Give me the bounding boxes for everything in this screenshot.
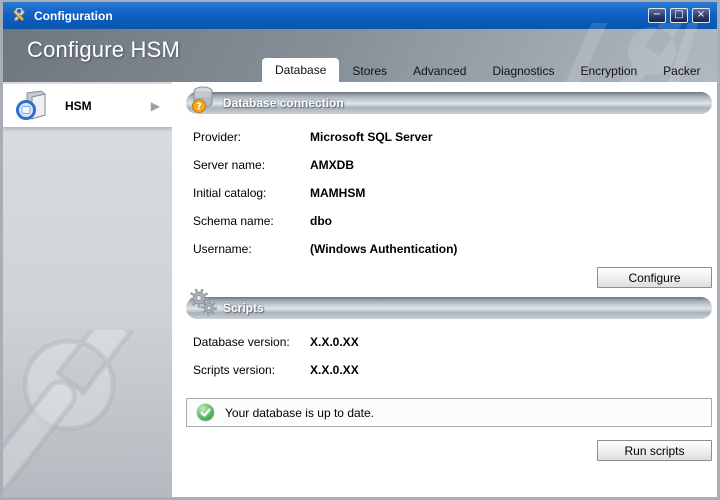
field-value: dbo	[310, 214, 332, 228]
green-check-icon	[196, 403, 215, 422]
field-row-database-version: Database version: X.X.0.XX	[193, 328, 712, 356]
tab-stores[interactable]: Stores	[339, 59, 400, 82]
field-value: AMXDB	[310, 158, 354, 172]
window-controls: − □ ×	[648, 8, 710, 23]
run-scripts-button[interactable]: Run scripts	[597, 440, 712, 461]
close-button[interactable]: ×	[692, 8, 710, 23]
field-value: X.X.0.XX	[310, 335, 359, 349]
sidebar: HSM ▶	[3, 82, 172, 497]
field-row-initial-catalog: Initial catalog: MAMHSM	[193, 179, 712, 207]
database-icon: ?	[190, 85, 220, 119]
database-status-banner: Your database is up to date.	[186, 398, 712, 427]
hsm-package-icon	[15, 89, 51, 123]
tab-packer[interactable]: Packer	[650, 59, 713, 82]
scripts-header: Scripts	[186, 297, 712, 319]
field-value: Microsoft SQL Server	[310, 130, 432, 144]
maximize-button[interactable]: □	[670, 8, 688, 23]
configure-button[interactable]: Configure	[597, 267, 712, 288]
database-fields: Provider: Microsoft SQL Server Server na…	[186, 114, 712, 263]
gears-icon	[190, 289, 218, 324]
field-value: MAMHSM	[310, 186, 365, 200]
content-area: HSM ▶ ? Database connection	[3, 82, 717, 497]
section-title: Database connection	[186, 92, 712, 114]
tab-encryption[interactable]: Encryption	[567, 59, 650, 82]
minimize-button[interactable]: −	[648, 8, 666, 23]
field-row-schema-name: Schema name: dbo	[193, 207, 712, 235]
field-label: Username:	[193, 242, 310, 256]
section-title: Scripts	[186, 297, 712, 319]
field-label: Provider:	[193, 130, 310, 144]
scripts-fields: Database version: X.X.0.XX Scripts versi…	[186, 319, 712, 384]
field-row-scripts-version: Scripts version: X.X.0.XX	[193, 356, 712, 384]
configuration-window: Configuration − □ × Configure HSM D	[0, 0, 720, 500]
app-icon	[11, 8, 27, 24]
field-row-username: Username: (Windows Authentication)	[193, 235, 712, 263]
tab-advanced[interactable]: Advanced	[400, 59, 479, 82]
field-row-provider: Provider: Microsoft SQL Server	[193, 123, 712, 151]
page-header: Configure HSM Database Stores Advanced D…	[3, 29, 717, 82]
field-label: Database version:	[193, 335, 310, 349]
status-message: Your database is up to date.	[225, 406, 374, 420]
main-panel: ? Database connection Provider: Microsof…	[172, 82, 717, 497]
sidebar-item-hsm[interactable]: HSM ▶	[3, 84, 172, 127]
field-label: Server name:	[193, 158, 310, 172]
svg-text:?: ?	[196, 102, 202, 113]
chevron-right-icon: ▶	[151, 99, 160, 113]
field-label: Scripts version:	[193, 363, 310, 377]
sidebar-item-label: HSM	[65, 99, 92, 113]
page-title: Configure HSM	[27, 37, 180, 63]
field-value: X.X.0.XX	[310, 363, 359, 377]
wrench-watermark-icon	[3, 330, 169, 497]
tab-bar: Database Stores Advanced Diagnostics Enc…	[262, 58, 720, 82]
window-title: Configuration	[34, 9, 113, 23]
tab-diagnostics[interactable]: Diagnostics	[479, 59, 567, 82]
field-row-server-name: Server name: AMXDB	[193, 151, 712, 179]
field-label: Initial catalog:	[193, 186, 310, 200]
database-connection-header: ? Database connection	[186, 92, 712, 114]
tab-database[interactable]: Database	[262, 58, 339, 82]
field-value: (Windows Authentication)	[310, 242, 457, 256]
field-label: Schema name:	[193, 214, 310, 228]
tab-tasks[interactable]: Tasks	[714, 59, 720, 82]
